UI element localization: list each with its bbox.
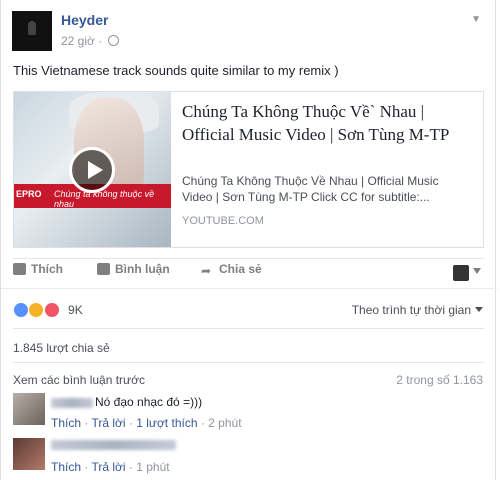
post-meta: 22 giờ ·	[61, 34, 119, 48]
link-domain: YOUTUBE.COM	[182, 215, 264, 227]
comment-actions: Thích · Trả lời · 1 lượt thích · 2 phút	[51, 416, 242, 430]
comment-time[interactable]: 1 phút	[136, 460, 169, 474]
haha-reaction-icon	[28, 302, 45, 318]
comment-like-link[interactable]: Thích	[51, 460, 81, 474]
comment-count: 2 trong số 1.163	[396, 373, 483, 387]
commenter-avatar[interactable]	[13, 438, 45, 470]
like-label: Thích	[31, 262, 63, 276]
comment-reply-link[interactable]: Trả lời	[91, 416, 125, 430]
comment-label: Bình luận	[115, 262, 170, 276]
link-preview[interactable]: EPRO Chúng ta không thuộc về nhau Chúng …	[13, 91, 484, 248]
comment-actions: Thích · Trả lời · 1 phút	[51, 460, 170, 474]
share-count[interactable]: 1.845 lượt chia sẻ	[13, 341, 110, 355]
author-avatar[interactable]	[12, 11, 52, 51]
chevron-down-icon[interactable]: ▼	[471, 14, 481, 25]
commenter-name-blurred[interactable]	[51, 398, 93, 408]
speech-bubble-icon	[97, 263, 110, 275]
reaction-count: 9K	[68, 303, 83, 317]
reactions-summary[interactable]: 9K	[13, 302, 83, 318]
comment-button[interactable]: Bình luận	[97, 262, 170, 276]
like-reaction-icon	[13, 302, 29, 318]
link-title[interactable]: Chúng Ta Không Thuộc Về` Nhau | Official…	[182, 100, 477, 146]
post-text: This Vietnamese track sounds quite simil…	[13, 63, 339, 78]
view-previous-comments[interactable]: Xem các bình luận trước	[13, 373, 145, 387]
comment-reply-link[interactable]: Trả lời	[91, 460, 125, 474]
author-name[interactable]: Heyder	[61, 12, 108, 28]
post-card: Heyder 22 giờ · ▼ This Vietnamese track …	[0, 0, 497, 480]
comment-time[interactable]: 2 phút	[208, 416, 241, 430]
comment-sort-dropdown[interactable]: Theo trình tự thời gian	[352, 303, 483, 317]
like-button[interactable]: Thích	[13, 262, 63, 276]
share-label: Chia sẻ	[219, 262, 262, 276]
comment-likes-count[interactable]: 1 lượt thích	[136, 416, 197, 430]
caret-down-icon	[475, 307, 483, 312]
post-time[interactable]: 22 giờ ·	[61, 34, 102, 48]
action-bar: Thích Bình luận ➦ Chia sẻ	[13, 262, 484, 286]
comment-like-link[interactable]: Thích	[51, 416, 81, 430]
share-arrow-icon: ➦	[201, 264, 212, 278]
page-avatar[interactable]	[453, 265, 469, 281]
divider	[13, 258, 484, 259]
chevron-down-icon[interactable]	[473, 268, 481, 274]
divider	[13, 362, 484, 363]
commenter-avatar[interactable]	[13, 393, 45, 425]
divider	[1, 288, 497, 289]
link-description: Chúng Ta Không Thuộc Về Nhau | Official …	[182, 174, 439, 204]
thumbnail-banner-left: EPRO	[16, 189, 42, 199]
sort-label: Theo trình tự thời gian	[351, 303, 471, 317]
thumbnail-banner-text: Chúng ta không thuộc về nhau	[54, 189, 155, 209]
share-button[interactable]: ➦ Chia sẻ	[201, 262, 262, 278]
comment-text: Nó đạo nhạc đó =)))	[95, 395, 203, 409]
video-thumbnail[interactable]: EPRO Chúng ta không thuộc về nhau	[14, 92, 171, 247]
globe-icon	[107, 35, 119, 46]
love-reaction-icon	[43, 302, 60, 318]
play-icon[interactable]	[69, 147, 115, 193]
thumbs-up-icon	[13, 263, 26, 275]
divider	[13, 328, 484, 329]
comment-content-blurred[interactable]	[51, 440, 176, 450]
